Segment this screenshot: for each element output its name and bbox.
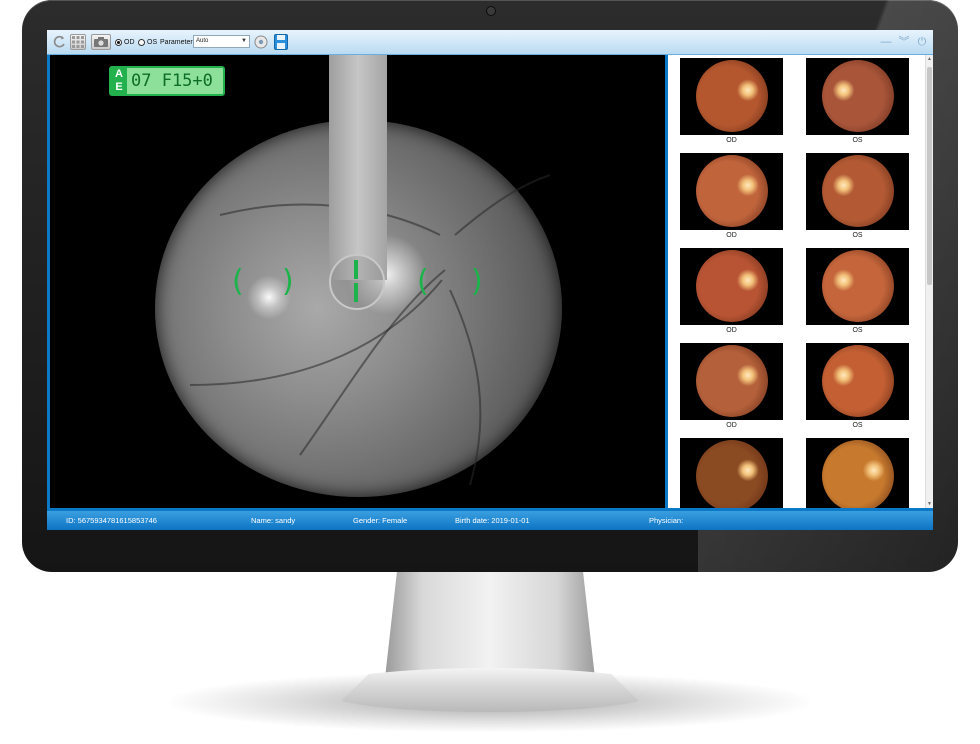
thumbnail-label: OS xyxy=(852,422,863,429)
fundus-thumbnail[interactable]: OD xyxy=(680,153,783,240)
fundus-thumbnail[interactable]: OD xyxy=(680,58,783,145)
minimize-icon: — xyxy=(880,36,892,48)
eye-option-od[interactable]: OD xyxy=(115,34,135,50)
camera-icon xyxy=(91,34,111,50)
save-icon xyxy=(274,34,288,50)
patient-gender: Gender: Female xyxy=(353,516,408,525)
thumbnail-label: OD xyxy=(726,422,737,429)
retina-disc xyxy=(822,250,894,322)
fundus-thumbnail[interactable]: OS xyxy=(806,58,909,145)
od-label: OD xyxy=(124,38,135,46)
chevron-down-icon: ▼ xyxy=(241,38,247,44)
ae-indicator: A E 07 F15+0 xyxy=(109,66,225,96)
thumbnail-image xyxy=(806,248,909,325)
thumbnail-image xyxy=(806,153,909,230)
patient-status-bar: ID: 5675934781615853746 Name: sandy Gend… xyxy=(47,511,933,530)
monitor-stand-base xyxy=(330,668,650,712)
parameter-select[interactable]: Auto ▼ xyxy=(193,35,250,48)
grid-view-button[interactable] xyxy=(70,34,86,50)
retina-disc xyxy=(696,440,768,508)
fundus-thumbnail[interactable]: OD xyxy=(680,343,783,430)
gallery-scrollbar[interactable]: ▲ ▼ xyxy=(925,55,933,508)
minimize-button[interactable]: — xyxy=(879,35,893,49)
retina-disc xyxy=(696,155,768,227)
alignment-marker xyxy=(354,260,358,304)
probe-arm xyxy=(329,55,387,280)
thumbnail-label: OD xyxy=(726,327,737,334)
power-button[interactable]: ⏻ xyxy=(915,35,929,49)
ae-value: 07 F15+0 xyxy=(131,71,213,91)
thumbnail-label: OS xyxy=(852,232,863,239)
retina-disc xyxy=(696,250,768,322)
thumbnail-label: OD xyxy=(726,232,737,239)
patient-id: ID: 5675934781615853746 xyxy=(66,516,157,525)
retina-disc xyxy=(822,155,894,227)
retina-disc xyxy=(822,440,894,508)
retina-disc xyxy=(696,345,768,417)
thumbnail-label: OS xyxy=(852,327,863,334)
monitor-stand-neck xyxy=(385,566,595,678)
right-bracket-close-icon: ) xyxy=(471,264,483,299)
fundus-thumbnail[interactable]: OD xyxy=(680,248,783,335)
power-icon: ⏻ xyxy=(917,36,927,48)
capture-button[interactable] xyxy=(91,34,111,50)
back-icon xyxy=(53,35,65,48)
eye-option-os[interactable]: OS xyxy=(138,34,157,50)
collapse-button[interactable]: ︾ xyxy=(897,35,911,49)
marker-lower xyxy=(354,283,358,302)
webcam-icon xyxy=(487,7,495,15)
ae-letters: A E xyxy=(111,68,127,94)
marker-upper xyxy=(354,260,358,279)
parameter-label: Parameter xyxy=(160,38,193,46)
fundus-thumbnail[interactable]: OS xyxy=(806,343,909,430)
retina-disc xyxy=(822,60,894,132)
scroll-thumb[interactable] xyxy=(927,67,932,285)
physician: Physician: xyxy=(649,516,684,525)
thumbnail-image xyxy=(806,343,909,420)
parameter-value: Auto xyxy=(196,38,209,44)
od-radio[interactable] xyxy=(115,38,122,46)
thumbnail-gallery: OD OS OD OS OD OS OD OS xyxy=(668,55,925,508)
back-button[interactable] xyxy=(53,34,67,50)
retina-disc xyxy=(822,345,894,417)
os-label: OS xyxy=(147,38,158,46)
scroll-up-icon[interactable]: ▲ xyxy=(926,55,933,63)
patient-birth-date: Birth date: 2019-01-01 xyxy=(455,516,530,525)
app-window: OD OS Parameter Auto ▼ — ︾ ⏻ () () A E… xyxy=(47,30,933,530)
os-radio[interactable] xyxy=(138,38,145,46)
patient-name: Name: sandy xyxy=(251,516,296,525)
thumbnail-label: OS xyxy=(852,137,863,144)
left-bracket-open-icon: ( xyxy=(232,264,244,299)
ae-letter-e: E xyxy=(115,81,123,93)
save-button[interactable] xyxy=(274,34,288,50)
toolbar: OD OS Parameter Auto ▼ — ︾ ⏻ xyxy=(47,30,933,55)
thumbnail-image xyxy=(680,343,783,420)
ae-letter-a: A xyxy=(115,68,123,80)
fundus-thumbnail[interactable]: OS xyxy=(806,153,909,240)
settings-button[interactable] xyxy=(254,34,268,50)
retina-disc xyxy=(696,60,768,132)
right-bracket-open-icon: ( xyxy=(417,264,429,299)
thumbnail-image xyxy=(680,58,783,135)
fundus-thumbnail[interactable]: OS xyxy=(806,248,909,335)
thumbnail-label: OD xyxy=(726,137,737,144)
double-chevron-icon: ︾ xyxy=(898,36,910,48)
thumbnail-image xyxy=(806,58,909,135)
fundus-thumbnail[interactable] xyxy=(680,438,783,508)
thumbnail-image xyxy=(680,248,783,325)
live-fundus-view[interactable]: ( ) ( ) A E 07 F15+0 xyxy=(50,55,665,508)
left-bracket-close-icon: ) xyxy=(282,264,294,299)
fundus-thumbnail[interactable] xyxy=(806,438,909,508)
scroll-down-icon[interactable]: ▼ xyxy=(926,500,933,508)
disc-icon xyxy=(254,35,268,49)
thumbnail-image xyxy=(806,438,909,508)
thumbnail-image xyxy=(680,438,783,508)
thumbnail-image xyxy=(680,153,783,230)
grid-icon xyxy=(70,34,86,50)
